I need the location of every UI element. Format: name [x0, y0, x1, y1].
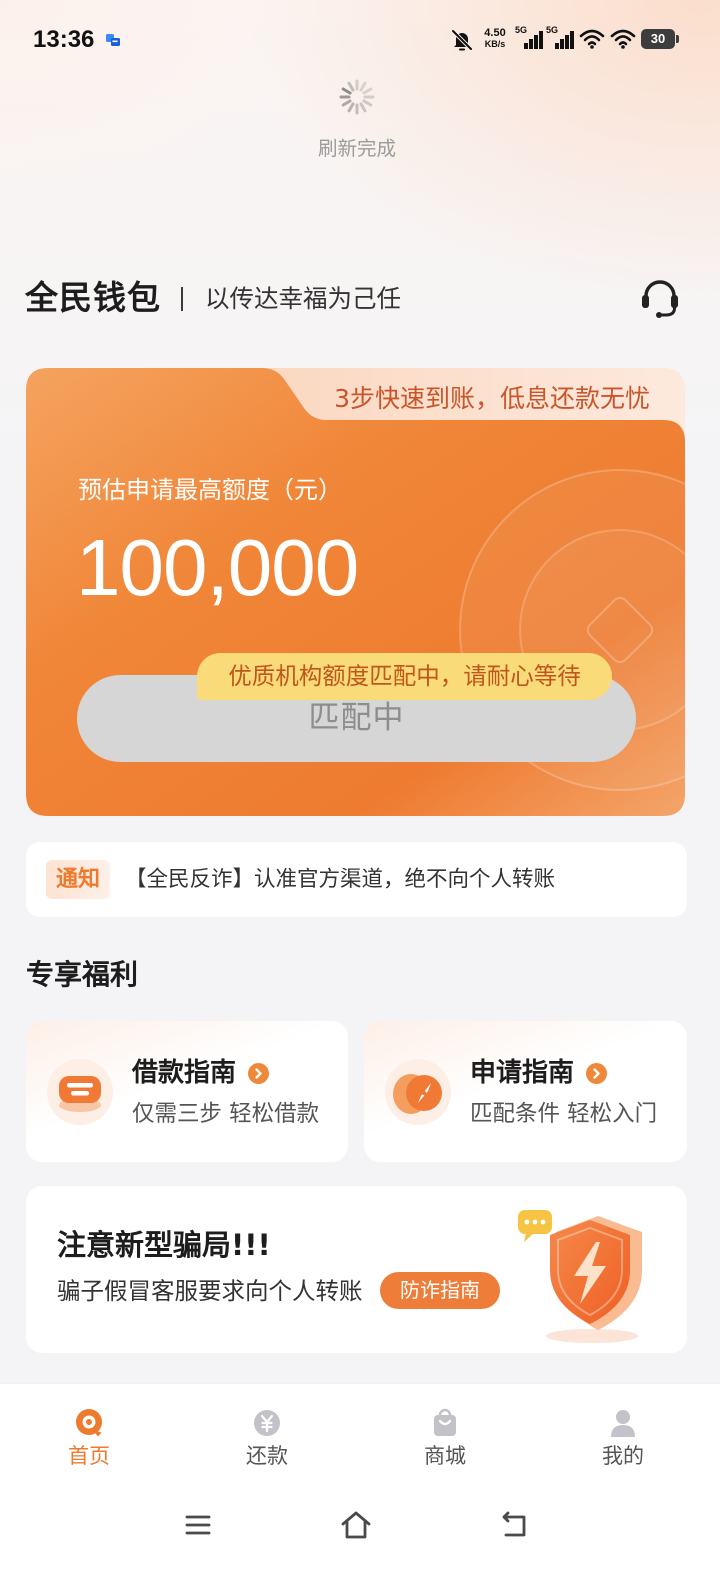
- bottom-navigation: 首页 还款 商城 我的: [0, 1383, 720, 1584]
- nav-label-home: 首页: [68, 1444, 110, 1468]
- sim2-network-label: 5G: [546, 25, 559, 35]
- status-time: 13:36: [33, 26, 95, 53]
- network-speed-value: 4.50: [484, 27, 506, 39]
- apply-guide-title-row: 申请指南: [470, 1056, 608, 1090]
- apply-guide-subtitle: 匹配条件 轻松入门: [470, 1101, 658, 1127]
- refresh-status-text: 刷新完成: [317, 137, 396, 160]
- wifi-icon: [579, 29, 605, 49]
- loan-guide-subtitle: 仅需三步 轻松借款: [132, 1101, 320, 1127]
- chevron-right-icon: [586, 1062, 608, 1084]
- network-speed: 4.50 KB/s: [478, 27, 512, 49]
- nav-label-profile: 我的: [602, 1444, 644, 1468]
- credit-limit-label: 预估申请最高额度（元）: [78, 476, 342, 504]
- credit-limit-amount: 100,000: [76, 523, 359, 612]
- battery-tip: [676, 35, 679, 43]
- brand-logo-text: 全民钱包: [25, 278, 161, 317]
- nav-label-shop: 商城: [424, 1444, 466, 1468]
- network-speed-unit: KB/s: [484, 39, 506, 49]
- home-icon: [76, 1409, 102, 1437]
- battery-indicator: 30: [641, 29, 675, 49]
- nav-item-shop[interactable]: 商城: [385, 1402, 505, 1478]
- loan-guide-icon: [47, 1059, 113, 1125]
- promo-tab-text: 3步快速到账，低息还款无忧: [334, 384, 650, 413]
- signal-sim2: 5G: [546, 25, 576, 50]
- nav-item-profile[interactable]: 我的: [563, 1402, 683, 1478]
- nav-item-home[interactable]: 首页: [29, 1402, 149, 1478]
- back-icon[interactable]: [500, 1511, 528, 1539]
- signal-sim1: 5G: [515, 25, 545, 50]
- header-divider: [181, 287, 183, 311]
- nav-item-repay[interactable]: 还款: [207, 1402, 327, 1478]
- scam-alert-message: 骗子假冒客服要求向个人转账: [57, 1277, 363, 1305]
- brand-slogan: 以传达幸福为己任: [205, 284, 401, 313]
- matching-tooltip: 优质机构额度匹配中，请耐心等待: [197, 653, 612, 700]
- loan-guide-title-row: 借款指南: [132, 1056, 270, 1090]
- apply-guide-card[interactable]: 申请指南 匹配条件 轻松入门: [364, 1021, 687, 1162]
- credit-limit-card: 3步快速到账，低息还款无忧 预估申请最高额度（元） 100,000 匹配中 优质…: [26, 368, 685, 816]
- shield-icon: [518, 1210, 642, 1343]
- profile-icon: [611, 1410, 635, 1437]
- notice-badge: 通知: [46, 860, 110, 899]
- scam-alert-card[interactable]: 注意新型骗局!!! 骗子假冒客服要求向个人转账 防诈指南: [26, 1186, 687, 1353]
- scam-alert-title: 注意新型骗局!!!: [57, 1228, 271, 1262]
- chevron-right-icon: [248, 1062, 270, 1084]
- anti-fraud-guide-button[interactable]: 防诈指南: [380, 1272, 500, 1309]
- app-notification-icon: [106, 34, 120, 46]
- nav-label-repay: 还款: [246, 1444, 288, 1468]
- loading-spinner-icon: [339, 79, 375, 115]
- loan-guide-title: 借款指南: [132, 1058, 237, 1088]
- repay-icon: [254, 1410, 280, 1436]
- benefits-section-title: 专享福利: [26, 958, 139, 991]
- apply-guide-title: 申请指南: [470, 1058, 575, 1088]
- notice-bar[interactable]: 通知 【全民反诈】认准官方渠道，绝不向个人转账: [26, 842, 687, 917]
- mute-bell-icon: [451, 29, 473, 51]
- home-outline-icon[interactable]: [340, 1509, 372, 1541]
- apply-guide-icon: [385, 1059, 451, 1125]
- loan-guide-card[interactable]: 借款指南 仅需三步 轻松借款: [26, 1021, 348, 1162]
- shop-icon: [434, 1408, 456, 1436]
- wifi-icon: [610, 29, 636, 49]
- headset-icon[interactable]: [638, 276, 682, 320]
- sim1-network-label: 5G: [515, 25, 528, 35]
- menu-icon[interactable]: [185, 1513, 211, 1537]
- notice-message: 【全民反诈】认准官方渠道，绝不向个人转账: [125, 867, 556, 892]
